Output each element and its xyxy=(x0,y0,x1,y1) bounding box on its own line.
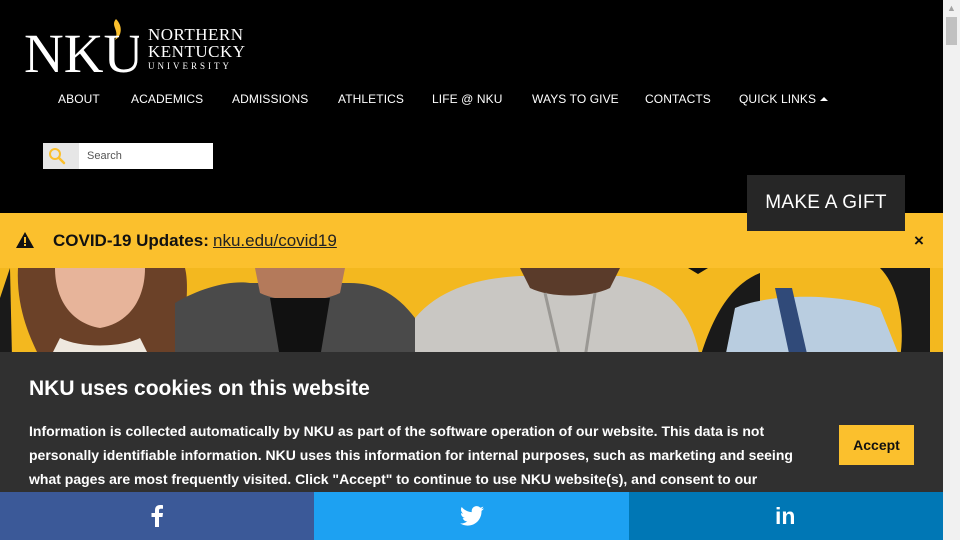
close-icon[interactable]: × xyxy=(914,231,924,251)
nku-logo[interactable]: NKU NORTHERN KENTUCKY UNIVERSITY xyxy=(24,16,274,76)
logo-line-kentucky: KENTUCKY xyxy=(148,42,246,61)
accept-cookies-button[interactable]: Accept xyxy=(839,425,914,465)
caret-up-icon xyxy=(820,97,829,101)
covid-label: COVID-19 Updates: xyxy=(53,231,209,250)
logo-mark-text: NKU xyxy=(24,23,139,76)
covid-link[interactable]: nku.edu/covid19 xyxy=(213,231,337,251)
linkedin-label: in xyxy=(775,505,795,527)
cookie-body: Information is collected automatically b… xyxy=(29,423,793,487)
scrollbar-thumb[interactable] xyxy=(946,17,957,45)
nav-athletics[interactable]: ATHLETICS xyxy=(338,92,404,106)
cookie-banner: NKU uses cookies on this website Informa… xyxy=(0,352,943,492)
logo-line-university: UNIVERSITY xyxy=(148,61,232,71)
nku-logo-mark: NKU xyxy=(24,19,139,76)
cookie-title: NKU uses cookies on this website xyxy=(29,377,370,400)
nav-life-at-nku[interactable]: LIFE @ NKU xyxy=(432,92,503,106)
twitter-icon xyxy=(459,506,484,526)
search-button[interactable] xyxy=(43,143,79,169)
search-input[interactable] xyxy=(79,143,213,169)
share-linkedin-button[interactable]: in xyxy=(629,492,943,540)
search-box xyxy=(43,143,213,169)
hero-image xyxy=(0,268,943,358)
nav-admissions[interactable]: ADMISSIONS xyxy=(232,92,308,106)
scroll-up-arrow-icon[interactable]: ▲ xyxy=(943,0,960,17)
make-a-gift-button[interactable]: MAKE A GIFT xyxy=(747,175,905,231)
nav-academics[interactable]: ACADEMICS xyxy=(131,92,203,106)
scrollbar[interactable]: ▲ xyxy=(943,0,960,540)
linkedin-icon: in xyxy=(775,505,795,527)
nav-contacts[interactable]: CONTACTS xyxy=(645,92,711,106)
hero-photo xyxy=(0,268,943,358)
page: NKU NORTHERN KENTUCKY UNIVERSITY ABOUT A… xyxy=(0,0,943,540)
share-twitter-button[interactable] xyxy=(314,492,629,540)
nav-quick-links[interactable]: QUICK LINKS xyxy=(739,92,829,106)
share-bar: in xyxy=(0,492,943,540)
nav-quick-links-label: QUICK LINKS xyxy=(739,92,817,106)
facebook-icon xyxy=(151,505,163,527)
warning-icon xyxy=(16,232,34,248)
nav-about[interactable]: ABOUT xyxy=(58,92,100,106)
nav-ways-to-give[interactable]: WAYS TO GIVE xyxy=(532,92,619,106)
search-icon xyxy=(49,148,66,165)
share-facebook-button[interactable] xyxy=(0,492,314,540)
